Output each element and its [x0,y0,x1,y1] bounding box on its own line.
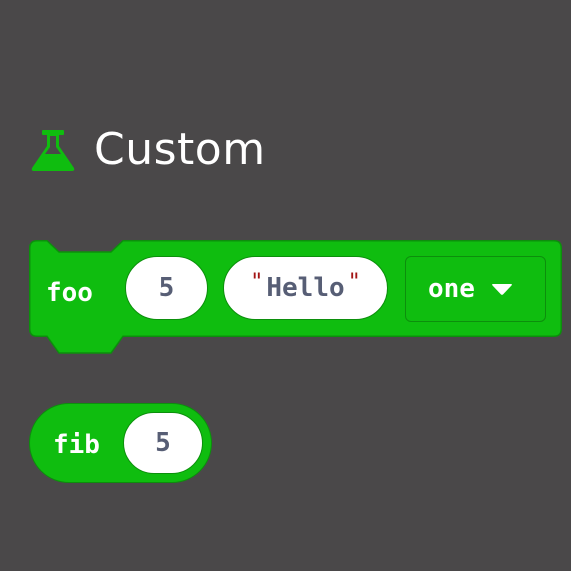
fib-number-value: 5 [155,428,171,458]
foo-block[interactable]: foo 5 " Hello " one [29,240,562,355]
fib-block-label: fib [53,430,100,460]
category-title: Custom [94,124,266,175]
triangle-down-icon [492,284,512,295]
flask-icon [31,130,75,171]
foo-block-label: foo [46,278,93,308]
foo-number-value: 5 [158,273,175,303]
open-quote: " [250,269,264,295]
foo-dropdown-value: one [428,274,475,304]
fib-block[interactable]: fib 5 [29,403,212,483]
foo-dropdown[interactable]: one [405,256,546,322]
fib-number-input[interactable]: 5 [123,412,203,474]
foo-string-input[interactable]: " Hello " [223,256,388,320]
close-quote: " [347,269,361,295]
foo-number-input[interactable]: 5 [125,256,208,320]
category-header: Custom [30,122,266,178]
foo-string-value: Hello [266,273,345,303]
